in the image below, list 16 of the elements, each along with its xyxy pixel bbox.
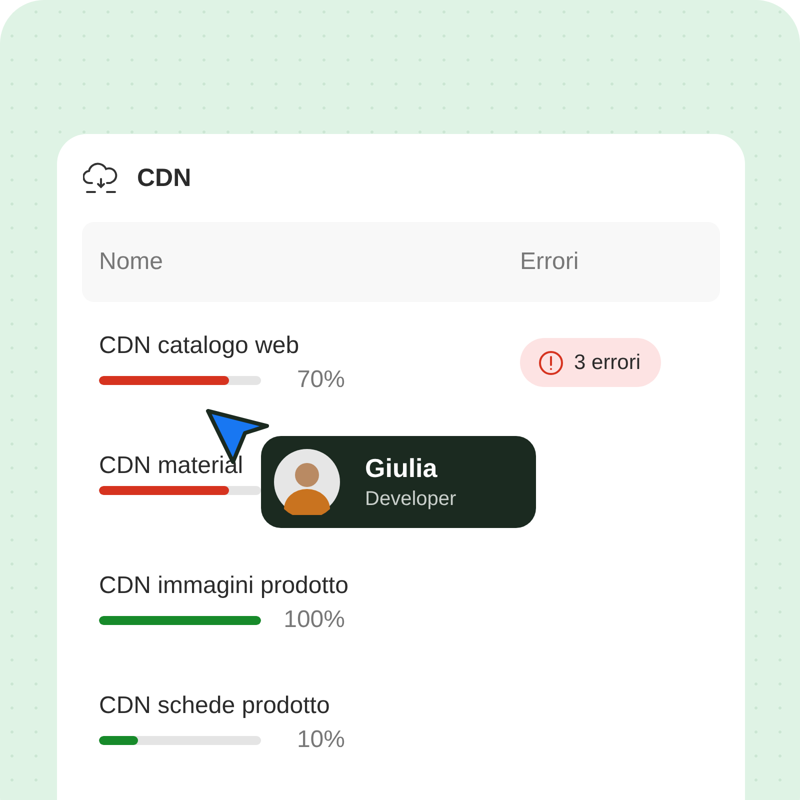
error-count: 3 errori <box>574 350 641 374</box>
cdn-name: CDN schede prodotto <box>99 692 330 720</box>
cdn-name: CDN material <box>99 452 244 480</box>
panel-title: CDN <box>137 164 192 192</box>
percent-label: 100% <box>282 606 345 634</box>
column-header: Errori <box>520 248 579 276</box>
cloud-icon <box>83 161 119 195</box>
cdn-name: CDN immagini prodotto <box>99 572 348 600</box>
cdn-name: CDN catalogo web <box>99 332 300 360</box>
percent-label: 70% <box>296 366 345 394</box>
percent-label: 10% <box>296 726 345 754</box>
column-header: Nome <box>99 248 164 276</box>
avatar-icon <box>274 449 340 515</box>
warning-icon <box>538 350 564 376</box>
user-name: Giulia <box>365 453 438 484</box>
user-role: Developer <box>365 488 456 511</box>
